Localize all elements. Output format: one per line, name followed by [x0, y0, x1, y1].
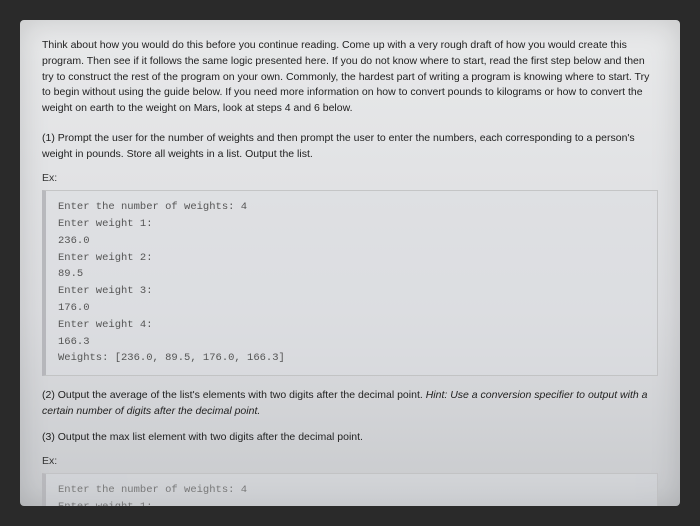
example-label-2: Ex: — [42, 455, 658, 467]
code-line: Enter weight 3: — [58, 283, 645, 300]
code-line: 236.0 — [58, 233, 645, 250]
example-label-1: Ex: — [42, 172, 658, 184]
code-line: 166.3 — [58, 334, 645, 351]
step-1-text: (1) Prompt the user for the number of we… — [42, 131, 658, 163]
document-page: Think about how you would do this before… — [20, 20, 680, 506]
step-3-text: (3) Output the max list element with two… — [42, 430, 658, 446]
code-block-1: Enter the number of weights: 4 Enter wei… — [42, 190, 658, 376]
code-line: Enter weight 2: — [58, 250, 645, 267]
code-line: Enter weight 4: — [58, 317, 645, 334]
code-line: 176.0 — [58, 300, 645, 317]
step-2-main: (2) Output the average of the list's ele… — [42, 389, 426, 401]
code-line: Weights: [236.0, 89.5, 176.0, 166.3] — [58, 350, 645, 367]
code-line: 89.5 — [58, 266, 645, 283]
code-line: Enter the number of weights: 4 — [58, 482, 645, 499]
step-2-text: (2) Output the average of the list's ele… — [42, 388, 658, 420]
code-line: Enter the number of weights: 4 — [58, 199, 645, 216]
code-block-2: Enter the number of weights: 4 Enter wei… — [42, 473, 658, 506]
intro-paragraph: Think about how you would do this before… — [42, 38, 658, 117]
code-line: Enter weight 1: — [58, 216, 645, 233]
code-line: Enter weight 1: — [58, 499, 645, 506]
